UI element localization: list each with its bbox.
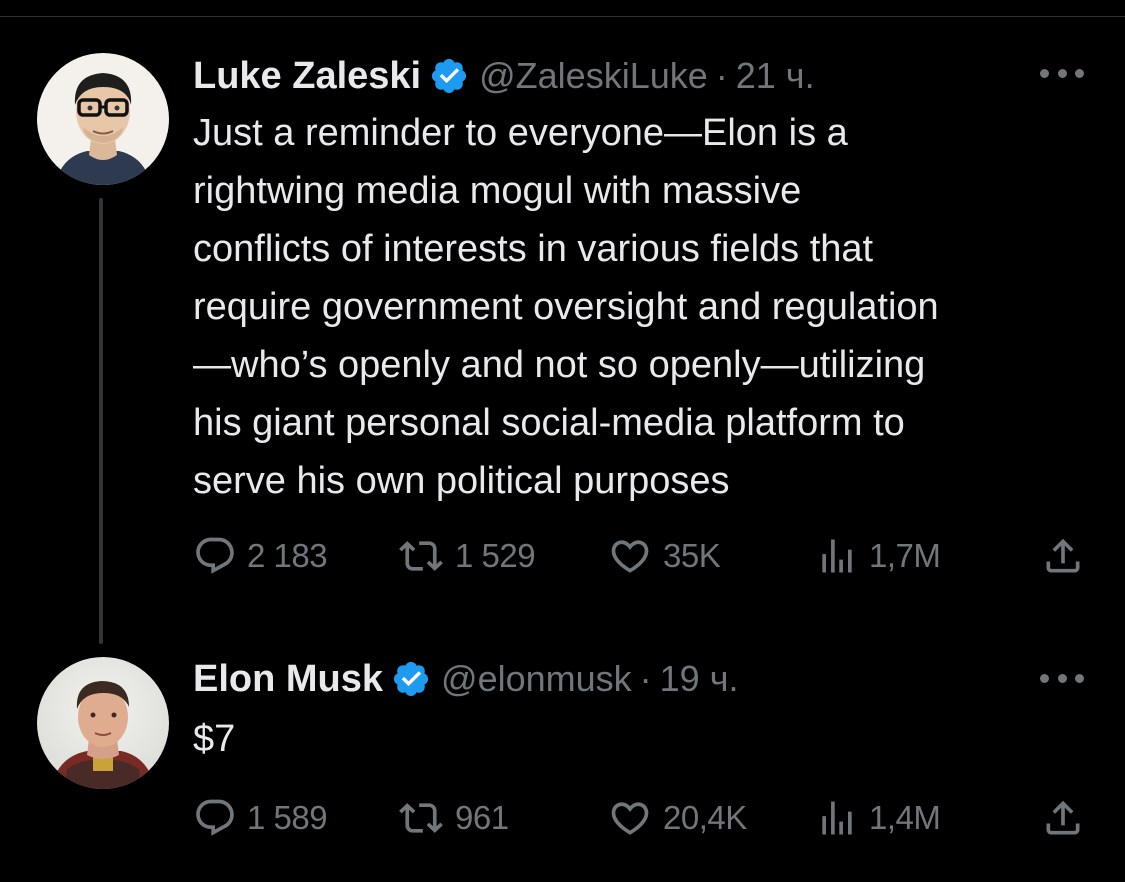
tweet-header: Elon Musk @elonmusk · 19 ч. [193,651,738,707]
separator-dot: · [639,658,652,699]
separator-dot: · [715,55,728,96]
views-count: 1,4M [869,799,941,836]
tweet-text: Just a reminder to everyone—Elon is a ri… [193,104,1093,510]
repost-count: 1 529 [455,537,536,574]
tweet-text-line: Just a reminder to everyone—Elon is a [193,112,848,154]
avatar-luke-zaleski[interactable] [37,53,169,185]
tweet-text: $7 [193,710,1093,768]
like-button[interactable]: 20,4K [607,794,747,842]
repost-icon [399,541,443,571]
author-handle[interactable]: @elonmusk [441,658,632,700]
views-icon [822,801,852,835]
tweet-text-line: rightwing media mogul with massive [193,170,802,212]
top-divider [0,16,1125,17]
views-button[interactable]: 1,4M [815,794,941,842]
share-icon [1046,538,1080,573]
more-dots-icon[interactable] [1040,63,1084,83]
views-count: 1,7M [869,537,941,574]
tweet-text-line: require government oversight and regulat… [193,286,939,328]
share-button[interactable] [1041,532,1085,580]
reply-button[interactable]: 1 589 [193,794,328,842]
thread-connector-line [99,198,103,644]
more-dots-icon[interactable] [1040,668,1084,688]
tweet-time[interactable]: 21 ч. [736,55,815,97]
author-name[interactable]: Elon Musk [193,658,383,701]
share-button[interactable] [1041,794,1085,842]
tweet-text-line: conflicts of interests in various fields… [193,228,874,270]
heart-icon [611,540,649,573]
like-button[interactable]: 35K [607,532,721,580]
tweet-text-line: $7 [193,718,236,760]
tweet-actions: 2 183 1 529 35K 1,7M [193,532,1093,580]
share-icon [1046,800,1080,835]
verified-badge-icon [432,58,467,94]
repost-icon [399,803,443,833]
repost-button[interactable]: 961 [397,794,509,842]
reply-count: 2 183 [247,537,328,574]
author-name[interactable]: Luke Zaleski [193,55,421,98]
heart-icon [611,802,649,835]
tweet-time[interactable]: 19 ч. [660,658,739,700]
views-button[interactable]: 1,7M [815,532,941,580]
author-handle[interactable]: @ZaleskiLuke [479,55,708,97]
tweet-header: Luke Zaleski @ZaleskiLuke · 21 ч. [193,48,815,104]
reply-icon [196,799,234,836]
verified-badge-icon [393,661,429,697]
tweet-text-line: his giant personal social-media platform… [193,402,905,444]
tweet-text-line: —who’s openly and not so openly—utilizin… [193,344,926,386]
repost-count: 961 [455,799,509,836]
like-count: 35K [663,537,721,574]
like-count: 20,4K [663,799,747,836]
repost-button[interactable]: 1 529 [397,532,536,580]
reply-icon [196,537,234,574]
views-icon [822,539,852,573]
reply-count: 1 589 [247,799,328,836]
tweet-actions: 1 589 961 20,4K 1,4M [193,794,1093,842]
tweet-text-line: serve his own political purposes [193,460,730,502]
reply-button[interactable]: 2 183 [193,532,328,580]
avatar-elon-musk[interactable] [37,657,169,789]
